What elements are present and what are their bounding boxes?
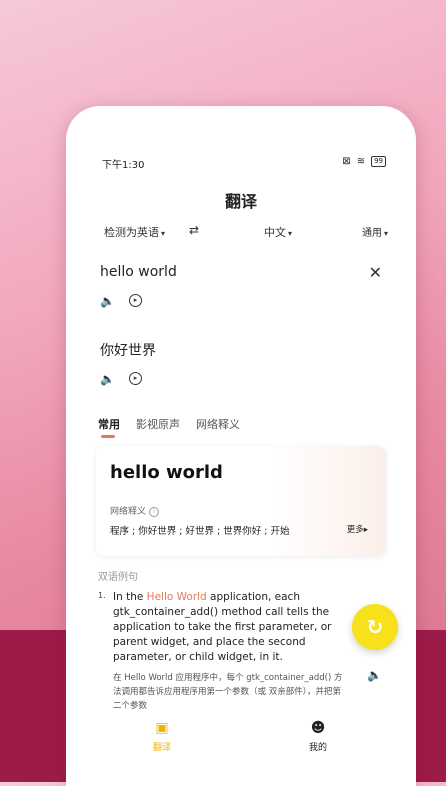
more-label: 更多: [346, 525, 364, 535]
result-word: hello world: [110, 462, 223, 483]
chevron-right-icon: ▸: [363, 525, 368, 535]
source-language-select[interactable]: 检测为英语 ▾: [104, 224, 165, 240]
target-language-label: 中文: [264, 226, 286, 239]
example-highlight: Hello World: [146, 591, 207, 603]
nav-mine[interactable]: ☻ 我的: [288, 720, 348, 753]
source-text-input[interactable]: hello world: [100, 264, 177, 280]
user-icon: ☻: [310, 720, 326, 736]
clear-icon[interactable]: ✕: [369, 263, 382, 282]
tab-common[interactable]: 常用: [98, 416, 120, 438]
nav-mine-label: 我的: [308, 743, 327, 753]
result-card: hello world 网络释义 i 程序 ; 你好世界 ; 好世界 ; 世界你好…: [96, 446, 386, 556]
replay-icon[interactable]: ▸: [128, 294, 142, 307]
more-link[interactable]: 更多▸: [347, 523, 368, 535]
example-english: In the Hello World application, each gtk…: [113, 590, 348, 665]
caret-down-icon: ▾: [383, 229, 388, 238]
caret-down-icon: ▾: [288, 229, 293, 238]
domain-label: 通用: [361, 228, 382, 239]
status-icons: ⊠ ≋ 99: [342, 156, 386, 167]
web-definition-values: 程序 ; 你好世界 ; 好世界 ; 世界你好 ; 开始: [110, 526, 290, 537]
nav-translate[interactable]: ▣ 翻译: [132, 720, 192, 753]
example-en-pre: In the: [113, 591, 147, 603]
speaker-icon[interactable]: 🔈: [367, 668, 382, 682]
speaker-icon[interactable]: 🔈: [100, 294, 115, 308]
bottom-nav: ▣ 翻译 ☻ 我的: [66, 716, 416, 766]
example-sentence: 1. In the Hello World application, each …: [98, 590, 348, 713]
example-chinese: 在 Hello World 应用程序中，每个 gtk_container_add…: [113, 673, 343, 711]
source-language-label: 检测为英语: [104, 226, 159, 239]
phone-screen: 下午1:30 ⊠ ≋ 99 翻译 检测为英语 ▾ ⇄ 中文 ▾ 通用 ▾ hello …: [66, 106, 416, 786]
language-bar: 检测为英语 ▾ ⇄ 中文 ▾ 通用 ▾: [104, 223, 388, 244]
replay-icon[interactable]: ▸: [128, 372, 142, 385]
wifi-icon: ≋: [356, 156, 366, 167]
translation-text: 你好世界: [100, 343, 156, 359]
page-title: 翻译: [224, 192, 257, 211]
nav-translate-label: 翻译: [152, 743, 171, 753]
target-language-select[interactable]: 中文 ▾: [264, 224, 292, 240]
translation-actions: 🔈 ▸: [100, 372, 142, 386]
tab-web-definition[interactable]: 网络释义: [196, 416, 240, 432]
caret-down-icon: ▾: [161, 229, 166, 238]
refresh-translate-button[interactable]: ↻: [352, 604, 398, 650]
silent-icon: ⊠: [342, 156, 351, 167]
source-actions: 🔈 ▸: [100, 294, 142, 308]
example-number: 1.: [98, 591, 106, 600]
speaker-icon[interactable]: 🔈: [100, 372, 115, 386]
status-time: 下午1:30: [102, 160, 145, 171]
swap-languages-icon[interactable]: ⇄: [189, 223, 199, 237]
bilingual-examples-label: 双语例句: [98, 572, 138, 583]
result-tabs: 常用 影视原声 网络释义: [98, 416, 240, 438]
tab-film-audio[interactable]: 影视原声: [136, 416, 180, 432]
info-icon[interactable]: i: [149, 506, 160, 517]
refresh-icon: ↻: [366, 615, 384, 639]
status-bar: 下午1:30 ⊠ ≋ 99: [102, 156, 386, 172]
web-definition-title: 网络释义: [110, 507, 147, 517]
battery-icon: 99: [371, 156, 386, 167]
domain-select[interactable]: 通用 ▾: [362, 224, 388, 239]
translate-icon: ▣: [155, 720, 169, 736]
web-definition-label: 网络释义 i: [110, 504, 160, 517]
